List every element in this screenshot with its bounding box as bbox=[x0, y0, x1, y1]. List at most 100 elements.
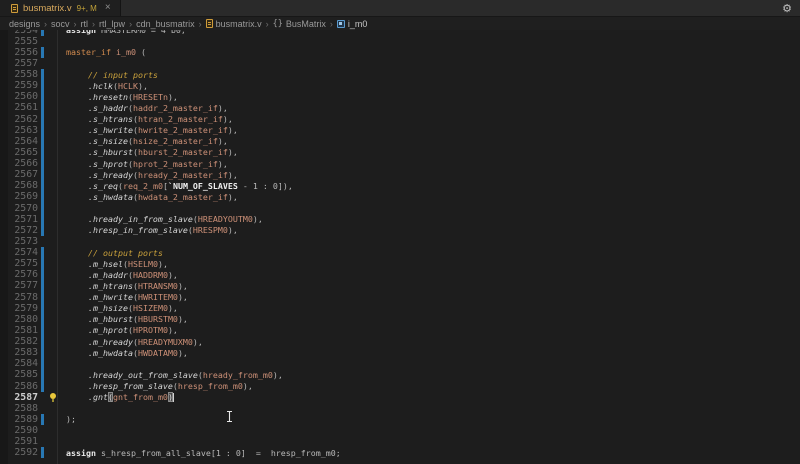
code-row[interactable]: 2558// input ports bbox=[0, 69, 800, 80]
token-port: .m_hready bbox=[88, 337, 133, 347]
code-area[interactable]: 2554assign HMASTERM0 = 4'b0;25552556mast… bbox=[0, 25, 800, 459]
breadcrumb-item-busmatrix.v[interactable]: busmatrix.v bbox=[206, 19, 262, 29]
code-row[interactable]: 2555 bbox=[0, 36, 800, 47]
code-row[interactable]: 2573 bbox=[0, 236, 800, 247]
code-row[interactable]: 2583.m_hwdata(HWDATAM0), bbox=[0, 347, 800, 358]
code-row[interactable]: 2566.s_hprot(hprot_2_master_if), bbox=[0, 158, 800, 169]
code-row[interactable]: 2568.s_req(req_2_m0[`NUM_OF_SLAVES - 1 :… bbox=[0, 180, 800, 191]
code-row[interactable]: 2578.m_hwrite(HWRITEM0), bbox=[0, 292, 800, 303]
token-typ: master_if bbox=[66, 47, 111, 57]
code-line[interactable]: .hresetn(HRESETn), bbox=[60, 92, 178, 102]
token-p: ), bbox=[273, 370, 283, 380]
code-row[interactable]: 2571.hready_in_from_slave(HREADYOUTM0), bbox=[0, 214, 800, 225]
code-line[interactable]: .m_hwrite(HWRITEM0), bbox=[60, 292, 188, 302]
breadcrumb-item-rtl_lpw[interactable]: rtl_lpw bbox=[99, 19, 125, 29]
tab-title: busmatrix.v bbox=[23, 3, 72, 14]
code-row[interactable]: 2584 bbox=[0, 358, 800, 369]
code-row[interactable]: 2562.s_htrans(htran_2_master_if), bbox=[0, 114, 800, 125]
breadcrumb-item-rtl[interactable]: rtl bbox=[81, 19, 89, 29]
code-row[interactable]: 2565.s_hburst(hburst_2_master_if), bbox=[0, 147, 800, 158]
breadcrumb-item-socv[interactable]: socv bbox=[51, 19, 70, 29]
code-line[interactable]: .s_hwdata(hwdata_2_master_if), bbox=[60, 192, 238, 202]
code-line[interactable]: .s_hwrite(hwrite_2_master_if), bbox=[60, 125, 238, 135]
tab-busmatrix[interactable]: busmatrix.v 9+, M × bbox=[0, 0, 121, 16]
breadcrumb-item-i_m0[interactable]: i_m0 bbox=[337, 19, 368, 29]
code-line[interactable]: .s_req(req_2_m0[`NUM_OF_SLAVES - 1 : 0])… bbox=[60, 181, 293, 191]
code-line[interactable]: master_if i_m0 ( bbox=[60, 47, 146, 57]
gear-icon[interactable]: ⚙ bbox=[782, 3, 792, 14]
code-row[interactable]: 2582.m_hready(HREADYMUXM0), bbox=[0, 336, 800, 347]
close-icon[interactable]: × bbox=[105, 3, 111, 13]
editor[interactable]: 2554assign HMASTERM0 = 4'b0;25552556mast… bbox=[0, 17, 800, 464]
code-row[interactable]: 2567.s_hready(hready_2_master_if), bbox=[0, 169, 800, 180]
code-row[interactable]: 2589); bbox=[0, 414, 800, 425]
code-row[interactable]: 2587.gnt(gnt_from_m0) bbox=[0, 392, 800, 403]
code-row[interactable]: 2556master_if i_m0 ( bbox=[0, 47, 800, 58]
code-line[interactable]: .s_hburst(hburst_2_master_if), bbox=[60, 147, 238, 157]
code-line[interactable]: .m_hburst(HBURSTM0), bbox=[60, 314, 188, 324]
code-line[interactable]: .hclk(HCLK), bbox=[60, 81, 148, 91]
code-row[interactable]: 2564 .s_hsize(hsize_2_master_if), bbox=[0, 136, 800, 147]
token-port: .m_hburst bbox=[88, 314, 133, 324]
line-number: 2564 bbox=[0, 136, 38, 147]
code-line[interactable]: .hresp_from_slave(hresp_from_m0), bbox=[60, 381, 253, 391]
code-line[interactable]: .m_hsel(HSELM0), bbox=[60, 259, 168, 269]
breadcrumb-item-BusMatrix[interactable]: {}BusMatrix bbox=[273, 19, 326, 29]
breadcrumb-item-cdn_busmatrix[interactable]: cdn_busmatrix bbox=[136, 19, 195, 29]
code-row[interactable]: 2585.hready_out_from_slave(hready_from_m… bbox=[0, 369, 800, 380]
code-row[interactable]: 2575.m_hsel(HSELM0), bbox=[0, 258, 800, 269]
code-line[interactable]: .hready_in_from_slave(HREADYOUTM0), bbox=[60, 214, 263, 224]
git-modified-indicator bbox=[41, 269, 44, 280]
code-row[interactable]: 2570 bbox=[0, 203, 800, 214]
code-line[interactable]: .m_hprot(HPROTM0), bbox=[60, 325, 178, 335]
breadcrumb-item-designs[interactable]: designs bbox=[9, 19, 40, 29]
code-row[interactable]: 2574// output ports bbox=[0, 247, 800, 258]
code-line[interactable]: .s_htrans(htran_2_master_if), bbox=[60, 114, 233, 124]
code-row[interactable]: 2561.s_haddr(haddr_2_master_if), bbox=[0, 102, 800, 113]
code-row[interactable]: 2586.hresp_from_slave(hresp_from_m0), bbox=[0, 381, 800, 392]
token-port: .s_hsize bbox=[88, 136, 128, 146]
code-row[interactable]: 2559.hclk(HCLK), bbox=[0, 80, 800, 91]
line-number: 2572 bbox=[0, 225, 38, 236]
token-port: .s_htrans bbox=[88, 114, 133, 124]
code-row[interactable]: 2557 bbox=[0, 58, 800, 69]
code-row[interactable]: 2563 .s_hwrite(hwrite_2_master_if), bbox=[0, 125, 800, 136]
code-row[interactable]: 2588 bbox=[0, 403, 800, 414]
code-line[interactable]: .s_haddr(haddr_2_master_if), bbox=[60, 103, 228, 113]
code-line[interactable]: ); bbox=[60, 414, 76, 424]
lightbulb-icon[interactable] bbox=[48, 393, 58, 403]
code-row[interactable]: 2581.m_hprot(HPROTM0), bbox=[0, 325, 800, 336]
token-sig: haddr_2_master_if bbox=[133, 103, 218, 113]
line-number: 2563 bbox=[0, 125, 38, 136]
code-row[interactable]: 2591 bbox=[0, 436, 800, 447]
code-row[interactable]: 2580.m_hburst(HBURSTM0), bbox=[0, 314, 800, 325]
code-line[interactable]: .m_hsize(HSIZEM0), bbox=[60, 303, 178, 313]
token-port: .m_htrans bbox=[88, 281, 133, 291]
line-number: 2577 bbox=[0, 280, 38, 291]
git-modified-indicator bbox=[41, 180, 44, 191]
code-row[interactable]: 2577 .m_htrans(HTRANSM0), bbox=[0, 280, 800, 291]
code-line[interactable]: .s_hsize(hsize_2_master_if), bbox=[60, 136, 228, 146]
code-row[interactable]: 2579.m_hsize(HSIZEM0), bbox=[0, 303, 800, 314]
code-line[interactable]: assign s_hresp_from_all_slave[1 : 0] = h… bbox=[60, 448, 341, 458]
code-line[interactable]: .m_hready(HREADYMUXM0), bbox=[60, 337, 203, 347]
code-line[interactable]: .m_hwdata(HWDATAM0), bbox=[60, 348, 188, 358]
code-row[interactable]: 2576.m_haddr(HADDRM0), bbox=[0, 269, 800, 280]
code-row[interactable]: 2592assign s_hresp_from_all_slave[1 : 0]… bbox=[0, 447, 800, 458]
code-line[interactable]: .m_haddr(HADDRM0), bbox=[60, 270, 178, 280]
code-row[interactable]: 2569.s_hwdata(hwdata_2_master_if), bbox=[0, 191, 800, 202]
token-p: s_hresp_from_all_slave[1 : 0] = hresp_fr… bbox=[96, 448, 341, 458]
code-line[interactable]: .s_hready(hready_2_master_if), bbox=[60, 170, 238, 180]
code-line[interactable]: .hresp_in_from_slave(HRESPM0), bbox=[60, 225, 238, 235]
code-line[interactable]: // input ports bbox=[60, 70, 158, 80]
code-line[interactable]: .m_htrans(HTRANSM0), bbox=[60, 281, 188, 291]
code-line[interactable]: .hready_out_from_slave(hready_from_m0), bbox=[60, 370, 283, 380]
code-line[interactable]: // output ports bbox=[60, 248, 163, 258]
code-row[interactable]: 2572 .hresp_in_from_slave(HRESPM0), bbox=[0, 225, 800, 236]
code-line[interactable]: .s_hprot(hprot_2_master_if), bbox=[60, 159, 228, 169]
code-row[interactable]: 2560.hresetn(HRESETn), bbox=[0, 91, 800, 102]
token-port: .hready_in_from_slave bbox=[88, 214, 193, 224]
token-port: .s_hburst bbox=[88, 147, 133, 157]
code-line[interactable]: .gnt(gnt_from_m0) bbox=[60, 392, 174, 402]
code-row[interactable]: 2590 bbox=[0, 425, 800, 436]
